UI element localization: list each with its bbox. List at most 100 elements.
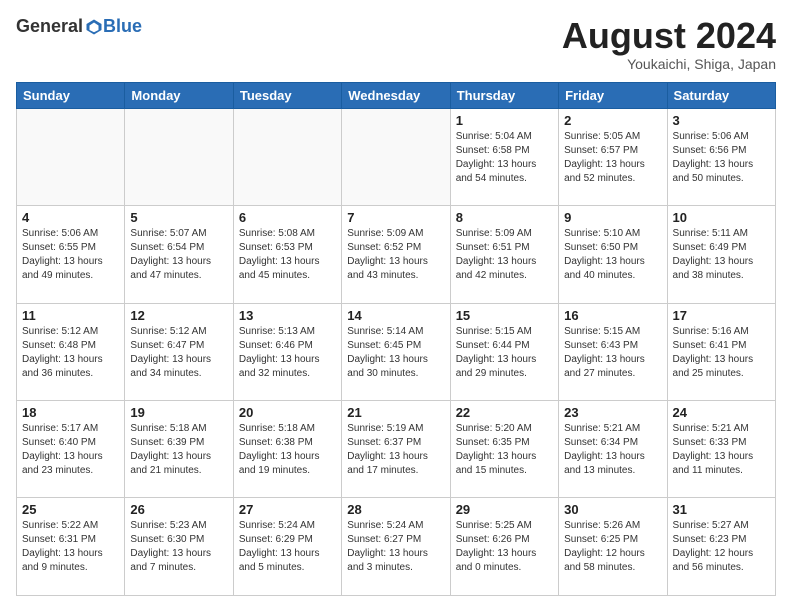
calendar-cell: 24Sunrise: 5:21 AM Sunset: 6:33 PM Dayli… (667, 401, 775, 498)
day-number: 1 (456, 113, 553, 128)
calendar-cell: 23Sunrise: 5:21 AM Sunset: 6:34 PM Dayli… (559, 401, 667, 498)
day-info: Sunrise: 5:06 AM Sunset: 6:55 PM Dayligh… (22, 227, 119, 283)
calendar-header-wednesday: Wednesday (342, 82, 450, 108)
calendar-cell (342, 108, 450, 205)
day-number: 3 (673, 113, 770, 128)
day-info: Sunrise: 5:16 AM Sunset: 6:41 PM Dayligh… (673, 325, 770, 381)
calendar-header-monday: Monday (125, 82, 233, 108)
day-number: 18 (22, 405, 119, 420)
calendar-cell: 27 Sunrise: 5:24 AM Sunset: 6:29 PM Dayli… (233, 498, 341, 596)
calendar-cell: 8 Sunrise: 5:09 AM Sunset: 6:51 PM Daylig… (450, 206, 558, 303)
calendar-cell: 18Sunrise: 5:17 AM Sunset: 6:40 PM Dayli… (17, 401, 125, 498)
day-number: 16 (564, 308, 661, 323)
calendar-cell: 11 Sunrise: 5:12 AM Sunset: 6:48 PM Dayli… (17, 303, 125, 400)
logo: General Blue (16, 16, 142, 37)
day-number: 9 (564, 210, 661, 225)
calendar-cell: 16 Sunrise: 5:15 AM Sunset: 6:43 PM Dayli… (559, 303, 667, 400)
day-info: Sunrise: 5:09 AM Sunset: 6:51 PM Dayligh… (456, 227, 553, 283)
calendar-week-row: 18Sunrise: 5:17 AM Sunset: 6:40 PM Dayli… (17, 401, 776, 498)
calendar-cell: 7Sunrise: 5:09 AM Sunset: 6:52 PM Daylig… (342, 206, 450, 303)
calendar-header-tuesday: Tuesday (233, 82, 341, 108)
calendar-cell: 31 Sunrise: 5:27 AM Sunset: 6:23 PM Dayli… (667, 498, 775, 596)
calendar-cell: 20 Sunrise: 5:18 AM Sunset: 6:38 PM Dayli… (233, 401, 341, 498)
day-number: 5 (130, 210, 227, 225)
calendar-cell: 28Sunrise: 5:24 AM Sunset: 6:27 PM Dayli… (342, 498, 450, 596)
day-number: 24 (673, 405, 770, 420)
day-number: 29 (456, 502, 553, 517)
month-title: August 2024 (562, 16, 776, 56)
day-number: 28 (347, 502, 444, 517)
day-number: 13 (239, 308, 336, 323)
day-number: 26 (130, 502, 227, 517)
day-info: Sunrise: 5:10 AM Sunset: 6:50 PM Dayligh… (564, 227, 661, 283)
calendar-cell: 29 Sunrise: 5:25 AM Sunset: 6:26 PM Dayli… (450, 498, 558, 596)
day-number: 11 (22, 308, 119, 323)
day-info: Sunrise: 5:15 AM Sunset: 6:44 PM Dayligh… (456, 325, 553, 381)
day-number: 2 (564, 113, 661, 128)
calendar-cell: 21 Sunrise: 5:19 AM Sunset: 6:37 PM Dayli… (342, 401, 450, 498)
day-info: Sunrise: 5:18 AM Sunset: 6:39 PM Dayligh… (130, 422, 227, 478)
day-number: 8 (456, 210, 553, 225)
logo-blue-text: Blue (103, 16, 142, 37)
day-info: Sunrise: 5:14 AM Sunset: 6:45 PM Dayligh… (347, 325, 444, 381)
calendar-week-row: 25 Sunrise: 5:22 AM Sunset: 6:31 PM Dayli… (17, 498, 776, 596)
calendar-cell: 1 Sunrise: 5:04 AM Sunset: 6:58 PM Daylig… (450, 108, 558, 205)
calendar-cell: 30 Sunrise: 5:26 AM Sunset: 6:25 PM Dayli… (559, 498, 667, 596)
day-info: Sunrise: 5:25 AM Sunset: 6:26 PM Dayligh… (456, 519, 553, 575)
calendar-cell: 4 Sunrise: 5:06 AM Sunset: 6:55 PM Daylig… (17, 206, 125, 303)
calendar-cell: 13 Sunrise: 5:13 AM Sunset: 6:46 PM Dayli… (233, 303, 341, 400)
day-info: Sunrise: 5:18 AM Sunset: 6:38 PM Dayligh… (239, 422, 336, 478)
day-info: Sunrise: 5:22 AM Sunset: 6:31 PM Dayligh… (22, 519, 119, 575)
logo-icon (85, 18, 103, 36)
calendar-cell (233, 108, 341, 205)
calendar-cell: 6Sunrise: 5:08 AM Sunset: 6:53 PM Daylig… (233, 206, 341, 303)
day-number: 31 (673, 502, 770, 517)
day-number: 10 (673, 210, 770, 225)
calendar-header-saturday: Saturday (667, 82, 775, 108)
day-info: Sunrise: 5:20 AM Sunset: 6:35 PM Dayligh… (456, 422, 553, 478)
day-info: Sunrise: 5:12 AM Sunset: 6:48 PM Dayligh… (22, 325, 119, 381)
day-number: 4 (22, 210, 119, 225)
day-number: 22 (456, 405, 553, 420)
day-number: 21 (347, 405, 444, 420)
day-info: Sunrise: 5:19 AM Sunset: 6:37 PM Dayligh… (347, 422, 444, 478)
day-info: Sunrise: 5:06 AM Sunset: 6:56 PM Dayligh… (673, 130, 770, 186)
calendar-cell: 17 Sunrise: 5:16 AM Sunset: 6:41 PM Dayli… (667, 303, 775, 400)
day-number: 17 (673, 308, 770, 323)
calendar-cell: 14Sunrise: 5:14 AM Sunset: 6:45 PM Dayli… (342, 303, 450, 400)
calendar-header-friday: Friday (559, 82, 667, 108)
calendar-cell: 19Sunrise: 5:18 AM Sunset: 6:39 PM Dayli… (125, 401, 233, 498)
calendar-cell: 22 Sunrise: 5:20 AM Sunset: 6:35 PM Dayli… (450, 401, 558, 498)
calendar-cell: 12 Sunrise: 5:12 AM Sunset: 6:47 PM Dayli… (125, 303, 233, 400)
day-number: 20 (239, 405, 336, 420)
day-info: Sunrise: 5:13 AM Sunset: 6:46 PM Dayligh… (239, 325, 336, 381)
calendar-week-row: 4 Sunrise: 5:06 AM Sunset: 6:55 PM Daylig… (17, 206, 776, 303)
day-number: 6 (239, 210, 336, 225)
day-info: Sunrise: 5:24 AM Sunset: 6:29 PM Dayligh… (239, 519, 336, 575)
day-number: 27 (239, 502, 336, 517)
day-info: Sunrise: 5:23 AM Sunset: 6:30 PM Dayligh… (130, 519, 227, 575)
day-info: Sunrise: 5:15 AM Sunset: 6:43 PM Dayligh… (564, 325, 661, 381)
day-number: 12 (130, 308, 227, 323)
day-number: 25 (22, 502, 119, 517)
day-info: Sunrise: 5:26 AM Sunset: 6:25 PM Dayligh… (564, 519, 661, 575)
day-info: Sunrise: 5:11 AM Sunset: 6:49 PM Dayligh… (673, 227, 770, 283)
calendar-table: SundayMondayTuesdayWednesdayThursdayFrid… (16, 82, 776, 596)
calendar-header-sunday: Sunday (17, 82, 125, 108)
day-info: Sunrise: 5:04 AM Sunset: 6:58 PM Dayligh… (456, 130, 553, 186)
calendar-header-thursday: Thursday (450, 82, 558, 108)
calendar-cell: 3 Sunrise: 5:06 AM Sunset: 6:56 PM Daylig… (667, 108, 775, 205)
calendar-cell: 25 Sunrise: 5:22 AM Sunset: 6:31 PM Dayli… (17, 498, 125, 596)
calendar-cell (17, 108, 125, 205)
title-section: August 2024 Youkaichi, Shiga, Japan (562, 16, 776, 72)
calendar-cell: 10 Sunrise: 5:11 AM Sunset: 6:49 PM Dayli… (667, 206, 775, 303)
day-number: 30 (564, 502, 661, 517)
calendar-week-row: 1 Sunrise: 5:04 AM Sunset: 6:58 PM Daylig… (17, 108, 776, 205)
day-number: 15 (456, 308, 553, 323)
day-number: 7 (347, 210, 444, 225)
calendar-cell: 15 Sunrise: 5:15 AM Sunset: 6:44 PM Dayli… (450, 303, 558, 400)
calendar-cell (125, 108, 233, 205)
calendar-week-row: 11 Sunrise: 5:12 AM Sunset: 6:48 PM Dayli… (17, 303, 776, 400)
day-info: Sunrise: 5:27 AM Sunset: 6:23 PM Dayligh… (673, 519, 770, 575)
day-info: Sunrise: 5:12 AM Sunset: 6:47 PM Dayligh… (130, 325, 227, 381)
